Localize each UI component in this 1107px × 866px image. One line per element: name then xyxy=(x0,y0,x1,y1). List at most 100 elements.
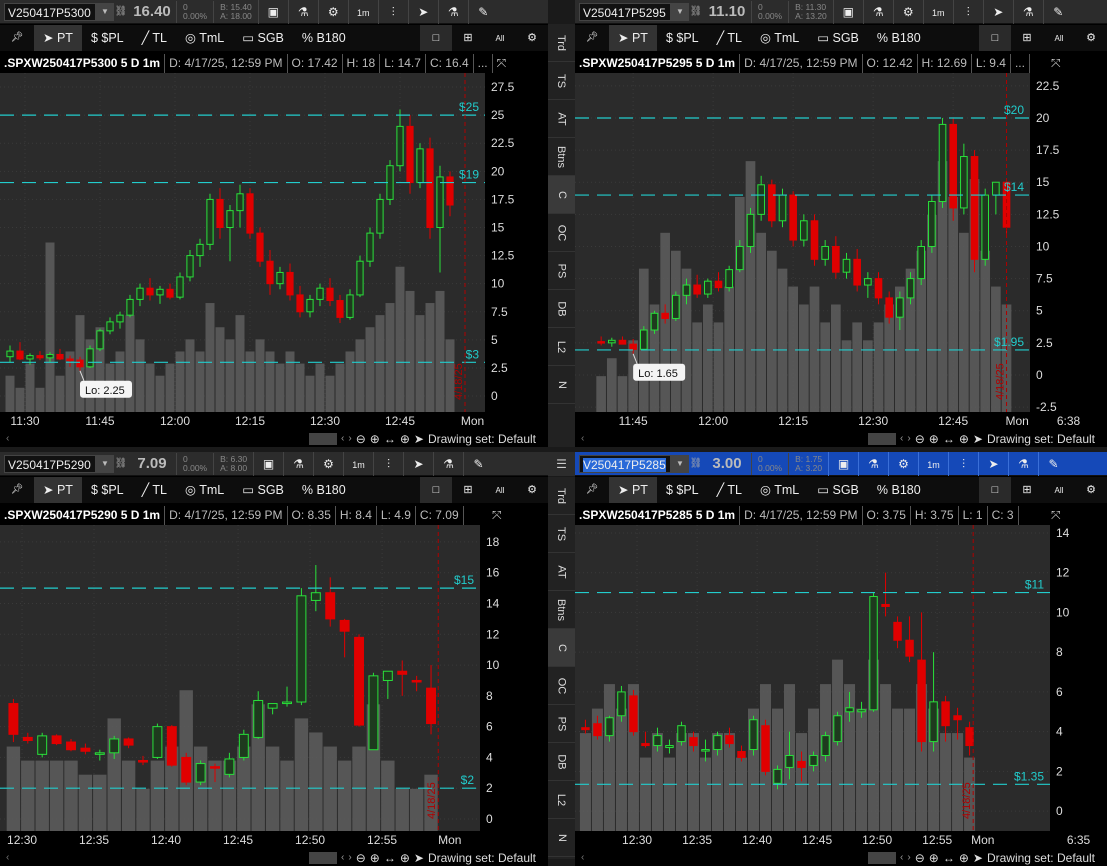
price-chart[interactable]: 0 2 4 6 8 10 12 14 16 18 $15 $2 4/18/25 xyxy=(0,525,548,831)
calendar-icon[interactable]: ▣ xyxy=(832,0,863,24)
pl-tool[interactable]: $ $PL xyxy=(82,25,133,51)
symbol-input[interactable]: V250417P5285 xyxy=(579,454,671,473)
symbol-input[interactable]: V250417P5300 xyxy=(4,2,96,21)
candle-style-icon[interactable]: ⫶ xyxy=(952,0,983,24)
scrollbar-thumb[interactable] xyxy=(868,432,897,445)
timeline-tool[interactable]: ◎ TmL xyxy=(176,477,233,503)
side-tab-db[interactable]: DB xyxy=(548,743,575,781)
link-icon[interactable]: ⛓ xyxy=(114,6,128,17)
scroll-left-icon[interactable]: ‹ xyxy=(581,433,595,444)
side-tab-oc[interactable]: OC xyxy=(548,214,575,252)
scroll-next-icon[interactable]: › xyxy=(348,433,351,444)
scroll-next-icon[interactable]: › xyxy=(907,433,910,444)
flask-icon[interactable]: ⚗ xyxy=(862,0,893,24)
side-tab-ts[interactable]: TS xyxy=(548,515,575,553)
side-tab-btns[interactable]: Btns xyxy=(548,138,575,176)
flask-icon[interactable]: ⚗ xyxy=(858,452,888,476)
timeframe-button[interactable]: 1m xyxy=(918,452,948,476)
zoom-in-icon[interactable]: ⊕ xyxy=(929,851,939,865)
settings-gear-icon[interactable]: ⚙ xyxy=(516,477,548,503)
side-tab-ps[interactable]: PS xyxy=(548,705,575,743)
side-tab-trd[interactable]: Trd xyxy=(548,24,575,62)
pointer-tool[interactable]: ➤ PT xyxy=(34,25,82,51)
side-tab-at[interactable]: AT xyxy=(548,100,575,138)
scroll-left-icon[interactable]: ‹ xyxy=(581,852,595,863)
symbol-dropdown-icon[interactable]: ▼ xyxy=(96,2,114,21)
drawing-set-selector[interactable]: Drawing set: Default xyxy=(987,432,1107,446)
b180-tool[interactable]: % B180 xyxy=(293,25,355,51)
link-icon[interactable]: ⛓ xyxy=(689,6,703,17)
price-chart[interactable]: 0 2.5 5 7.5 10 12.5 15 17.5 20 22.5 25 27.5 $25 $19 $3… xyxy=(0,73,548,412)
pointer-icon[interactable]: ➤ xyxy=(973,851,983,865)
symbol-input[interactable]: V250417P5290 xyxy=(4,454,96,473)
expand-icon[interactable]: ⤧ xyxy=(1047,54,1107,73)
symbol-input[interactable]: V250417P5295 xyxy=(579,2,671,21)
zoom-out-icon[interactable]: ⊖ xyxy=(915,851,925,865)
trendline-tool[interactable]: ╱ TL xyxy=(133,477,176,503)
zoom-out-icon[interactable]: ⊖ xyxy=(356,851,366,865)
pointer-icon[interactable]: ➤ xyxy=(414,851,424,865)
chart-mode-icon[interactable]: ⤧ xyxy=(1047,506,1107,525)
scroll-prev-icon[interactable]: ‹ xyxy=(900,433,903,444)
settings-gear-icon[interactable]: ⚙ xyxy=(516,25,548,51)
drawing-icon[interactable]: ✎ xyxy=(1042,0,1073,24)
all-button[interactable]: All xyxy=(484,25,516,51)
zoom-in-icon[interactable]: ⊕ xyxy=(929,432,939,446)
pointer-icon[interactable]: ➤ xyxy=(414,432,424,446)
drawing-set-selector[interactable]: Drawing set: Default xyxy=(987,851,1107,865)
zoom-out-icon[interactable]: ⊖ xyxy=(356,432,366,446)
sgb-tool[interactable]: ▭ SGB xyxy=(233,25,293,51)
calendar-icon[interactable]: ▣ xyxy=(257,0,288,24)
scroll-prev-icon[interactable]: ‹ xyxy=(341,852,344,863)
menu-icon[interactable]: ☰ xyxy=(548,452,575,476)
crosshair-icon[interactable]: ⊕ xyxy=(959,851,969,865)
settings-gear-icon[interactable]: ⚙ xyxy=(1075,25,1107,51)
symbol-dropdown-icon[interactable]: ▼ xyxy=(671,2,689,21)
single-layout-icon[interactable]: □ xyxy=(420,477,452,503)
side-tab-l2[interactable]: L2 xyxy=(548,781,575,819)
cursor-icon[interactable]: ➤ xyxy=(982,0,1013,24)
grid-layout-icon[interactable]: ⊞ xyxy=(452,25,484,51)
symbol-dropdown-icon[interactable]: ▼ xyxy=(671,454,689,473)
pointer-tool[interactable]: ➤ PT xyxy=(609,25,657,51)
timeline-tool[interactable]: ◎ TmL xyxy=(176,25,233,51)
candle-style-icon[interactable]: ⫶ xyxy=(373,452,403,476)
side-tab-ps[interactable]: PS xyxy=(548,252,575,290)
zoom-in-icon[interactable]: ⊕ xyxy=(370,432,380,446)
timeframe-button[interactable]: 1m xyxy=(347,0,378,24)
b180-tool[interactable]: % B180 xyxy=(293,477,355,503)
settings-gear-icon[interactable]: ⚙ xyxy=(1075,477,1107,503)
candle-style-icon[interactable]: ⫶ xyxy=(948,452,978,476)
link-icon[interactable]: ⛓ xyxy=(689,458,703,469)
studies-icon[interactable]: ⚗ xyxy=(433,452,463,476)
studies-icon[interactable]: ⚗ xyxy=(437,0,468,24)
fit-horizontal-icon[interactable]: ↔ xyxy=(943,432,955,446)
scroll-left-icon[interactable]: ‹ xyxy=(6,852,20,863)
scroll-prev-icon[interactable]: ‹ xyxy=(341,433,344,444)
pointer-tool[interactable]: ➤ PT xyxy=(34,477,82,503)
drawing-icon[interactable]: ✎ xyxy=(467,0,498,24)
flask-icon[interactable]: ⚗ xyxy=(287,0,318,24)
pl-tool[interactable]: $ $PL xyxy=(657,477,708,503)
pin-icon[interactable]: 📌︎ xyxy=(0,477,34,503)
b180-tool[interactable]: % B180 xyxy=(868,25,930,51)
pointer-tool[interactable]: ➤ PT xyxy=(609,477,657,503)
single-layout-icon[interactable]: □ xyxy=(979,477,1011,503)
scrollbar-thumb[interactable] xyxy=(868,851,897,864)
sgb-tool[interactable]: ▭ SGB xyxy=(233,477,293,503)
price-chart[interactable]: 0 2 4 6 8 10 12 14 $11 $1.35 4/18/25 xyxy=(575,525,1107,831)
trendline-tool[interactable]: ╱ TL xyxy=(708,25,751,51)
crosshair-icon[interactable]: ⊕ xyxy=(959,432,969,446)
side-tab-n[interactable]: N xyxy=(548,819,575,857)
b180-tool[interactable]: % B180 xyxy=(868,477,930,503)
cursor-icon[interactable]: ➤ xyxy=(407,0,438,24)
crosshair-icon[interactable]: ⊕ xyxy=(400,851,410,865)
trendline-tool[interactable]: ╱ TL xyxy=(708,477,751,503)
side-tab-ts[interactable]: TS xyxy=(548,62,575,100)
side-tab-oc[interactable]: OC xyxy=(548,667,575,705)
pin-icon[interactable]: 📌︎ xyxy=(575,477,609,503)
pl-tool[interactable]: $ $PL xyxy=(657,25,708,51)
side-tab-trd[interactable]: Trd xyxy=(548,477,575,515)
fit-horizontal-icon[interactable]: ↔ xyxy=(384,851,396,865)
studies-icon[interactable]: ⚗ xyxy=(1012,0,1043,24)
